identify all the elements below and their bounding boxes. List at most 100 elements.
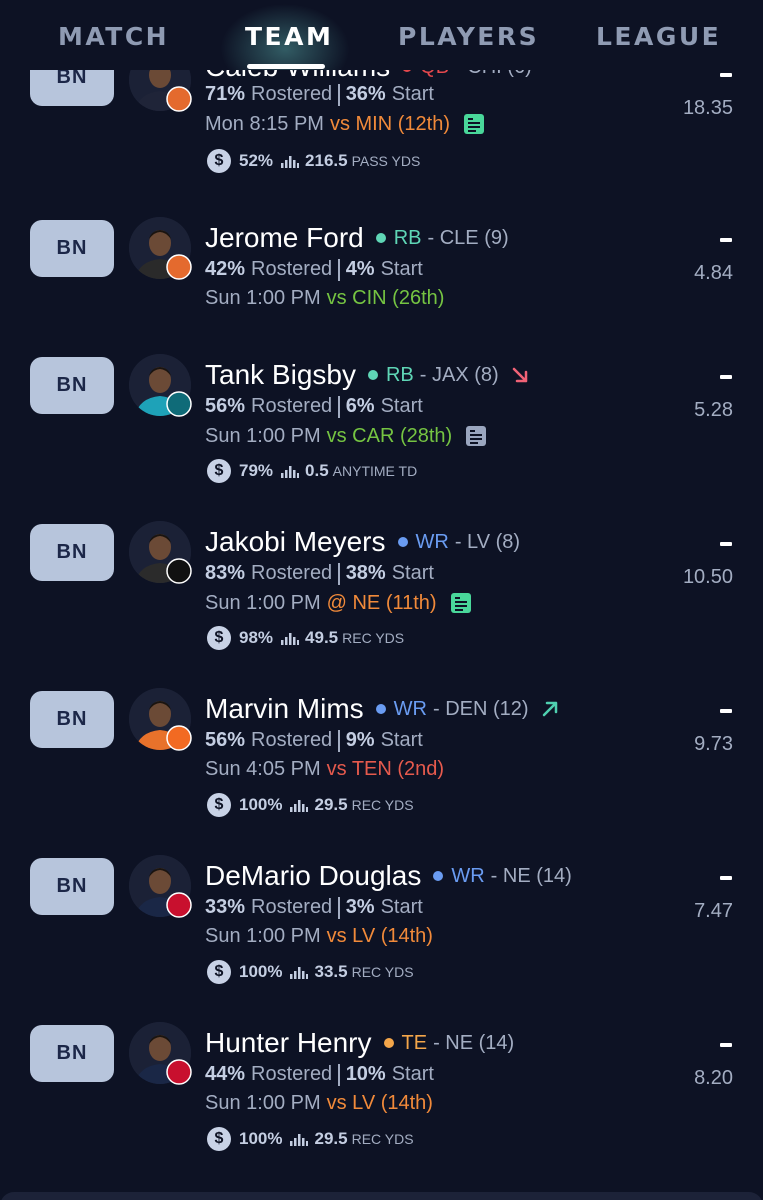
- opponent-matchup: vs LV (14th): [326, 1092, 433, 1114]
- points-dash: [720, 1043, 732, 1047]
- player-avatar[interactable]: [129, 354, 192, 417]
- news-icon[interactable]: [464, 424, 488, 448]
- tab-players[interactable]: PLAYERS: [398, 22, 539, 51]
- projected-points: 18.35: [682, 97, 733, 119]
- prop-line-value: 216.5: [305, 151, 348, 170]
- start-percent: 38%: [345, 562, 386, 584]
- player-name-line: Tank Bigsby RB - JAX (8): [205, 359, 531, 391]
- game-time: Sun 1:00 PM: [205, 287, 321, 309]
- rostered-label: Rostered: [251, 258, 333, 280]
- player-team-bye: - LV (8): [454, 530, 521, 553]
- opponent-matchup: vs CIN (26th): [326, 287, 445, 309]
- player-row[interactable]: BN Caleb Williams QB - CHI (6): [0, 49, 763, 220]
- tab-league[interactable]: LEAGUE: [596, 22, 721, 51]
- player-team-bye: - NE (14): [433, 1031, 515, 1054]
- prop-hit-percent: 52%: [239, 151, 274, 170]
- player-row[interactable]: BN Marvin Mims WR - DEN (12) 56% Rostere…: [0, 686, 763, 853]
- rostered-label: Rostered: [251, 729, 333, 751]
- position-dot-icon: [383, 1038, 394, 1048]
- bar-chart-icon: [281, 633, 300, 645]
- prop-hit-percent: 100%: [239, 962, 283, 981]
- bench-slot-button[interactable]: BN: [30, 691, 114, 748]
- player-row[interactable]: BN Hunter Henry TE - NE (14) 44% Rostere…: [0, 1020, 763, 1187]
- player-row[interactable]: BN Tank Bigsby RB - JAX (8) 56% Rostered…: [0, 352, 763, 519]
- player-name-line: Jerome Ford RB - CLE (9): [205, 222, 509, 254]
- player-row[interactable]: BN Jakobi Meyers WR - LV (8) 83% Rostere…: [0, 519, 763, 686]
- rostered-label: Rostered: [251, 1063, 333, 1085]
- start-label: Start: [380, 258, 423, 280]
- betting-prop[interactable]: $ 100% 29.5 REC YDS: [207, 793, 414, 817]
- betting-prop[interactable]: $ 79% 0.5 ANYTIME TD: [207, 459, 417, 483]
- roster-stats: 56% Rostered 9% Start: [205, 729, 423, 752]
- betting-prop[interactable]: $ 52% 216.5 PASS YDS: [207, 149, 420, 173]
- bench-slot-button[interactable]: BN: [30, 1025, 114, 1082]
- prop-stat-label: PASS YDS: [351, 153, 421, 169]
- team-logo-icon: [165, 85, 193, 113]
- start-percent: 3%: [345, 896, 375, 918]
- team-logo-icon: [165, 1058, 193, 1086]
- player-name[interactable]: Jakobi Meyers: [205, 526, 386, 558]
- player-name-line: Marvin Mims WR - DEN (12): [205, 693, 561, 725]
- projected-points: 7.47: [694, 900, 733, 922]
- player-avatar[interactable]: [129, 855, 193, 919]
- news-icon[interactable]: [462, 112, 486, 136]
- dollar-coin-icon: $: [207, 1127, 231, 1151]
- prop-stat-label: ANYTIME TD: [332, 463, 418, 479]
- prop-line-value: 29.5: [314, 795, 348, 814]
- points-dash: [720, 238, 732, 242]
- start-label: Start: [391, 83, 434, 105]
- tab-match[interactable]: MATCH: [58, 22, 169, 51]
- projected-points: 8.20: [694, 1067, 733, 1089]
- position-dot-icon: [367, 370, 378, 380]
- news-icon[interactable]: [449, 591, 473, 615]
- player-name[interactable]: Hunter Henry: [205, 1027, 372, 1059]
- prop-hit-percent: 79%: [239, 461, 274, 480]
- player-name[interactable]: DeMario Douglas: [205, 860, 421, 892]
- dollar-coin-icon: $: [207, 626, 231, 650]
- roster-stats: 42% Rostered 4% Start: [205, 258, 423, 281]
- prop-hit-percent: 100%: [239, 795, 283, 814]
- betting-prop[interactable]: $ 100% 29.5 REC YDS: [207, 1127, 414, 1151]
- player-name[interactable]: Tank Bigsby: [205, 359, 356, 391]
- player-name[interactable]: Jerome Ford: [205, 222, 364, 254]
- bench-slot-button[interactable]: BN: [30, 357, 114, 414]
- prop-stat-label: REC YDS: [351, 964, 414, 980]
- player-avatar[interactable]: [129, 217, 192, 280]
- rostered-label: Rostered: [251, 395, 333, 417]
- start-label: Start: [391, 1063, 434, 1085]
- player-row[interactable]: BN DeMario Douglas WR - NE (14) 33% Rost…: [0, 853, 763, 1020]
- player-avatar[interactable]: [129, 688, 193, 752]
- opponent-matchup: @ NE (11th): [326, 591, 437, 614]
- player-position: RB: [385, 363, 414, 386]
- betting-prop[interactable]: $ 98% 49.5 REC YDS: [207, 626, 404, 650]
- game-time: Sun 1:00 PM: [205, 1092, 321, 1114]
- top-tab-bar: MATCH TEAM PLAYERS LEAGUE: [0, 0, 763, 70]
- rostered-percent: 71%: [205, 83, 246, 105]
- start-percent: 4%: [345, 258, 375, 280]
- betting-prop[interactable]: $ 100% 33.5 REC YDS: [207, 960, 414, 984]
- player-position: WR: [393, 697, 427, 720]
- bench-slot-button[interactable]: BN: [30, 524, 114, 581]
- roster-stats: 71% Rostered 36% Start: [205, 83, 434, 106]
- game-time: Sun 4:05 PM: [205, 758, 321, 780]
- opponent-matchup: vs TEN (2nd): [326, 758, 445, 780]
- start-percent: 36%: [345, 83, 386, 105]
- start-percent: 6%: [345, 395, 375, 417]
- player-avatar[interactable]: [129, 521, 192, 584]
- team-logo-icon: [165, 891, 193, 919]
- team-logo-icon: [165, 724, 193, 752]
- game-info: Sun 1:00 PM vs CIN (26th): [205, 287, 444, 310]
- prop-hit-percent: 100%: [239, 1129, 283, 1148]
- player-name[interactable]: Marvin Mims: [205, 693, 364, 725]
- game-info: Sun 1:00 PM @ NE (11th): [205, 591, 473, 615]
- prop-line-value: 0.5: [305, 461, 329, 480]
- bench-slot-button[interactable]: BN: [30, 220, 114, 277]
- game-info: Sun 1:00 PM vs LV (14th): [205, 1092, 433, 1115]
- rostered-label: Rostered: [251, 896, 333, 918]
- bench-slot-button[interactable]: BN: [30, 858, 114, 915]
- start-percent: 10%: [345, 1063, 386, 1085]
- game-time: Sun 1:00 PM: [205, 591, 321, 614]
- tab-team[interactable]: TEAM: [245, 22, 333, 51]
- prop-line-value: 49.5: [305, 628, 339, 647]
- player-avatar[interactable]: [129, 1022, 193, 1086]
